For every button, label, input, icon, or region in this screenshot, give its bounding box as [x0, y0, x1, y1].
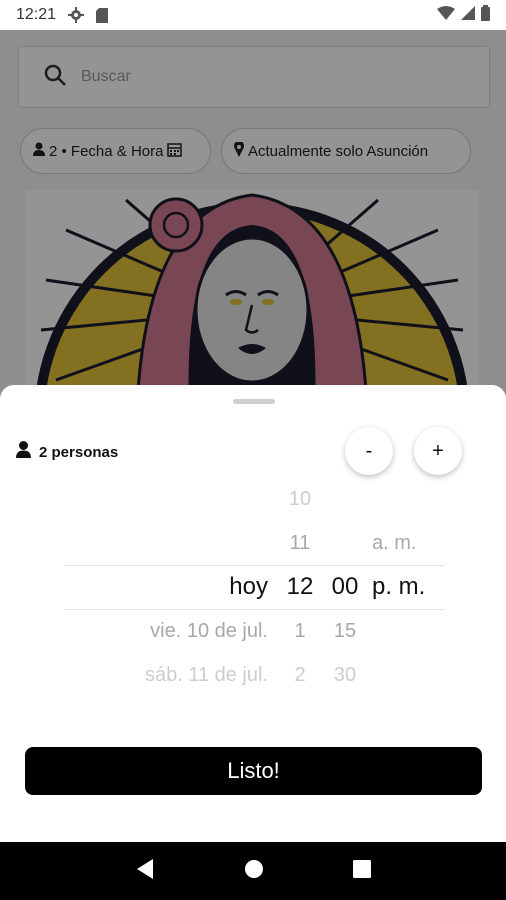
- picker-hour-selected[interactable]: 12: [280, 565, 320, 609]
- picker-date-selected[interactable]: hoy: [229, 565, 268, 609]
- system-navigation-bar: [0, 842, 506, 900]
- picker-period-option[interactable]: a. m.: [372, 521, 416, 565]
- decrease-guests-button[interactable]: -: [345, 427, 393, 475]
- picker-period-selected[interactable]: p. m.: [372, 565, 425, 609]
- battery-icon: [481, 4, 490, 26]
- picker-hour-option[interactable]: 2: [280, 653, 320, 697]
- back-nav-icon[interactable]: [135, 858, 155, 885]
- date-time-picker[interactable]: hoy vie. 10 de jul. sáb. 11 de jul. 10 1…: [0, 477, 506, 697]
- reservation-bottom-sheet: 2 personas - + hoy vie. 10 de jul. sáb. …: [0, 385, 506, 842]
- picker-minute-option[interactable]: 30: [325, 653, 365, 697]
- wifi-icon: [437, 5, 455, 25]
- picker-minute-selected[interactable]: 00: [325, 565, 365, 609]
- signal-icon: [461, 5, 475, 25]
- home-nav-icon[interactable]: [244, 859, 264, 884]
- sd-card-icon: [96, 7, 109, 23]
- recents-nav-icon[interactable]: [353, 859, 372, 883]
- picker-date-option[interactable]: sáb. 11 de jul.: [145, 653, 268, 697]
- user-icon: [16, 441, 31, 463]
- picker-hour-option[interactable]: 10: [280, 477, 320, 521]
- party-size: 2 personas: [16, 441, 118, 463]
- party-size-label: 2 personas: [39, 443, 119, 461]
- picker-hour-option[interactable]: 11: [280, 521, 320, 565]
- increase-guests-button[interactable]: +: [414, 427, 462, 475]
- picker-date-option[interactable]: vie. 10 de jul.: [150, 609, 268, 653]
- picker-minute-option[interactable]: 15: [325, 609, 365, 653]
- status-time: 12:21: [16, 6, 57, 23]
- status-bar: 12:21: [0, 0, 506, 30]
- settings-gear-icon: [68, 7, 85, 23]
- picker-hour-option[interactable]: 1: [280, 609, 320, 653]
- drag-handle[interactable]: [233, 399, 275, 404]
- done-button[interactable]: Listo!: [25, 747, 482, 795]
